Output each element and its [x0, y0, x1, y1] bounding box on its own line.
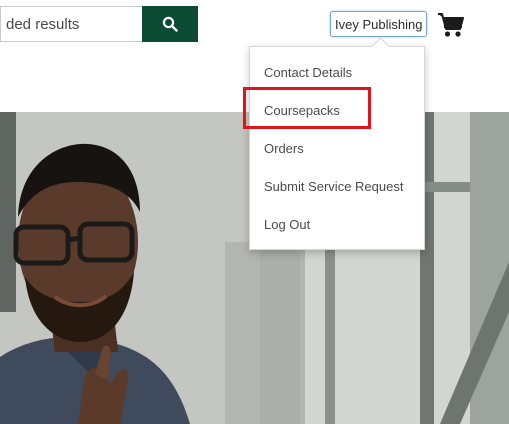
account-menu-button[interactable]: Ivey Publishing	[330, 11, 428, 37]
search-button[interactable]	[142, 6, 198, 42]
cart-button[interactable]	[437, 12, 465, 38]
search-input[interactable]: ded results	[0, 6, 142, 42]
account-label: Ivey Publishing	[335, 16, 423, 32]
menu-item-orders[interactable]: Orders	[264, 141, 304, 156]
menu-item-log-out[interactable]: Log Out	[264, 217, 310, 232]
menu-item-coursepacks[interactable]: Coursepacks	[264, 103, 340, 118]
cart-icon	[438, 13, 464, 37]
menu-item-contact-details[interactable]: Contact Details	[264, 65, 352, 80]
page: ded results Ivey Publishing Contact Deta…	[0, 0, 509, 424]
account-dropdown-menu: Contact Details Coursepacks Orders Submi…	[249, 46, 425, 250]
menu-item-submit-service-request[interactable]: Submit Service Request	[264, 179, 403, 194]
search-icon	[162, 16, 178, 32]
search-input-value: ded results	[6, 15, 80, 33]
